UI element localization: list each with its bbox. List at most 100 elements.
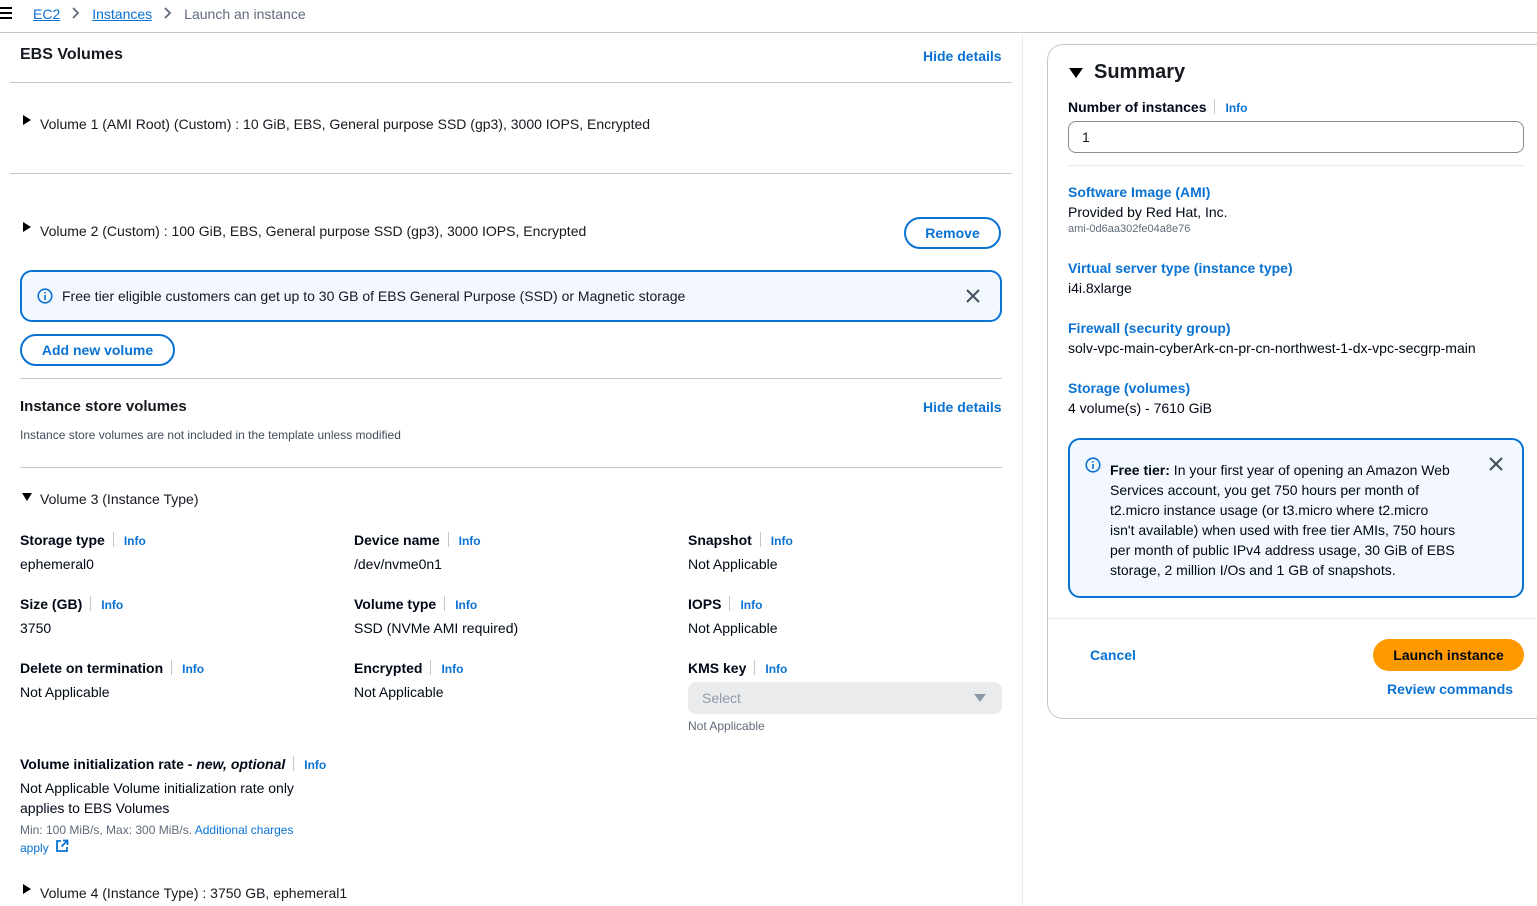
kms-key-select: Select [688, 682, 1002, 714]
snapshot-label: Snapshot [688, 532, 752, 548]
free-tier-line: storage, 2 million I/Os and 1 GB of snap… [1110, 562, 1396, 578]
kms-key-label-row: KMS key Info [688, 660, 787, 676]
additional-charges-apply-link[interactable]: apply [20, 841, 49, 855]
caret-down-icon[interactable] [22, 493, 32, 501]
kms-key-note: Not Applicable [688, 719, 765, 733]
launch-instance-button[interactable]: Launch instance [1373, 639, 1524, 671]
firewall-value: solv-vpc-main-cyberArk-cn-pr-cn-northwes… [1068, 340, 1476, 356]
free-tier-alert-text: Free tier eligible customers can get up … [62, 288, 686, 304]
instance-store-title: Instance store volumes [20, 398, 187, 415]
volume-4-toggle[interactable]: Volume 4 (Instance Type) : 3750 GB, ephe… [40, 885, 347, 901]
iops-label: IOPS [688, 596, 722, 612]
caret-right-icon[interactable] [23, 115, 31, 125]
storage-link[interactable]: Storage (volumes) [1068, 380, 1190, 396]
separator [90, 596, 92, 611]
chevron-right-icon [72, 6, 80, 22]
divider [1048, 618, 1537, 619]
info-circle-icon [1085, 457, 1101, 473]
free-tier-line: Services account, you get 750 hours per … [1110, 482, 1419, 498]
init-rate-value-line2: applies to EBS Volumes [20, 800, 170, 816]
encrypted-info-link[interactable]: Info [441, 662, 463, 676]
divider [10, 82, 1012, 83]
kms-key-label: KMS key [688, 660, 747, 676]
separator [754, 660, 756, 675]
storage-type-info-link[interactable]: Info [124, 534, 146, 548]
chevron-right-icon [164, 6, 172, 22]
storage-type-label: Storage type [20, 532, 105, 548]
caret-right-icon[interactable] [23, 222, 31, 232]
init-rate-value-line1: Not Applicable Volume initialization rat… [20, 780, 294, 796]
num-instances-info-link[interactable]: Info [1225, 101, 1247, 115]
separator [293, 756, 295, 771]
device-name-label: Device name [354, 532, 440, 548]
firewall-link[interactable]: Firewall (security group) [1068, 320, 1231, 336]
snapshot-info-link[interactable]: Info [771, 534, 793, 548]
free-tier-line: per month of public IPv4 address usage, … [1110, 542, 1455, 558]
summary-free-tier-text: Free tier: In your first year of opening… [1110, 460, 1490, 580]
device-name-info-link[interactable]: Info [459, 534, 481, 548]
menu-icon[interactable] [0, 6, 12, 20]
close-icon[interactable] [966, 289, 980, 303]
volume-2-toggle[interactable]: Volume 2 (Custom) : 100 GiB, EBS, Genera… [40, 223, 586, 239]
size-label: Size (GB) [20, 596, 83, 612]
num-instances-input[interactable]: 1 [1068, 121, 1524, 153]
num-instances-label-row: Number of instances Info [1068, 99, 1247, 115]
volume-type-info-link[interactable]: Info [455, 598, 477, 612]
num-instances-label: Number of instances [1068, 99, 1207, 115]
delete-on-termination-label: Delete on termination [20, 660, 164, 676]
device-name-label-row: Device name Info [354, 532, 481, 548]
ami-id: ami-0d6aa302fe04a8e76 [1068, 223, 1191, 235]
review-commands-button[interactable]: Review commands [1387, 681, 1513, 697]
breadcrumb-instances[interactable]: Instances [92, 6, 152, 22]
snapshot-value: Not Applicable [688, 556, 778, 572]
snapshot-label-row: Snapshot Info [688, 532, 793, 548]
additional-charges-link-row[interactable]: apply [20, 839, 69, 856]
caret-right-icon[interactable] [23, 884, 31, 894]
separator [444, 596, 446, 611]
divider [20, 467, 1002, 468]
additional-charges-link[interactable]: Additional charges [195, 823, 294, 837]
free-tier-line: Free tier: In your first year of opening… [1110, 460, 1490, 480]
size-info-link[interactable]: Info [101, 598, 123, 612]
init-rate-label: Volume initialization rate - [20, 756, 197, 772]
breadcrumb-current: Launch an instance [184, 6, 306, 22]
delete-on-termination-info-link[interactable]: Info [182, 662, 204, 676]
init-rate-label-row: Volume initialization rate - new, option… [20, 756, 326, 772]
init-rate-info-link[interactable]: Info [304, 758, 326, 772]
init-rate-constraint: Min: 100 MiB/s, Max: 300 MiB/s. Addition… [20, 823, 293, 837]
free-tier-line: t2.micro instance usage (or t3.micro whe… [1110, 502, 1429, 518]
separator [447, 532, 449, 547]
close-icon[interactable] [1489, 457, 1503, 471]
volume-1-toggle[interactable]: Volume 1 (AMI Root) (Custom) : 10 GiB, E… [40, 116, 650, 132]
instance-type-link[interactable]: Virtual server type (instance type) [1068, 260, 1293, 276]
kms-key-info-link[interactable]: Info [765, 662, 787, 676]
volume-3-toggle[interactable]: Volume 3 (Instance Type) [40, 491, 199, 507]
size-label-row: Size (GB) Info [20, 596, 123, 612]
instance-store-description: Instance store volumes are not included … [20, 428, 401, 442]
volume-type-value: SSD (NVMe AMI required) [354, 620, 519, 636]
remove-button[interactable]: Remove [904, 217, 1001, 249]
separator [430, 660, 432, 675]
separator [729, 596, 731, 611]
iops-info-link[interactable]: Info [740, 598, 762, 612]
instance-store-hide-details-button[interactable]: Hide details [923, 399, 1002, 415]
kms-key-select-placeholder: Select [702, 690, 741, 706]
ebs-hide-details-button[interactable]: Hide details [923, 48, 1002, 64]
encrypted-label-row: Encrypted Info [354, 660, 463, 676]
delete-on-termination-label-row: Delete on termination Info [20, 660, 204, 676]
add-new-volume-button[interactable]: Add new volume [20, 334, 175, 366]
size-value: 3750 [20, 620, 52, 636]
volume-type-label-row: Volume type Info [354, 596, 477, 612]
encrypted-label: Encrypted [354, 660, 423, 676]
free-tier-line-text: In your first year of opening an Amazon … [1169, 462, 1450, 478]
cancel-button[interactable]: Cancel [1090, 647, 1136, 663]
iops-label-row: IOPS Info [688, 596, 762, 612]
info-circle-icon [37, 288, 53, 304]
summary-collapse-icon[interactable] [1069, 68, 1083, 78]
volume-type-label: Volume type [354, 596, 437, 612]
encrypted-value: Not Applicable [354, 684, 444, 700]
breadcrumb-ec2[interactable]: EC2 [33, 6, 60, 22]
init-rate-constraint-text: Min: 100 MiB/s, Max: 300 MiB/s. [20, 823, 195, 837]
ami-link[interactable]: Software Image (AMI) [1068, 184, 1210, 200]
device-name-value: /dev/nvme0n1 [354, 556, 442, 572]
